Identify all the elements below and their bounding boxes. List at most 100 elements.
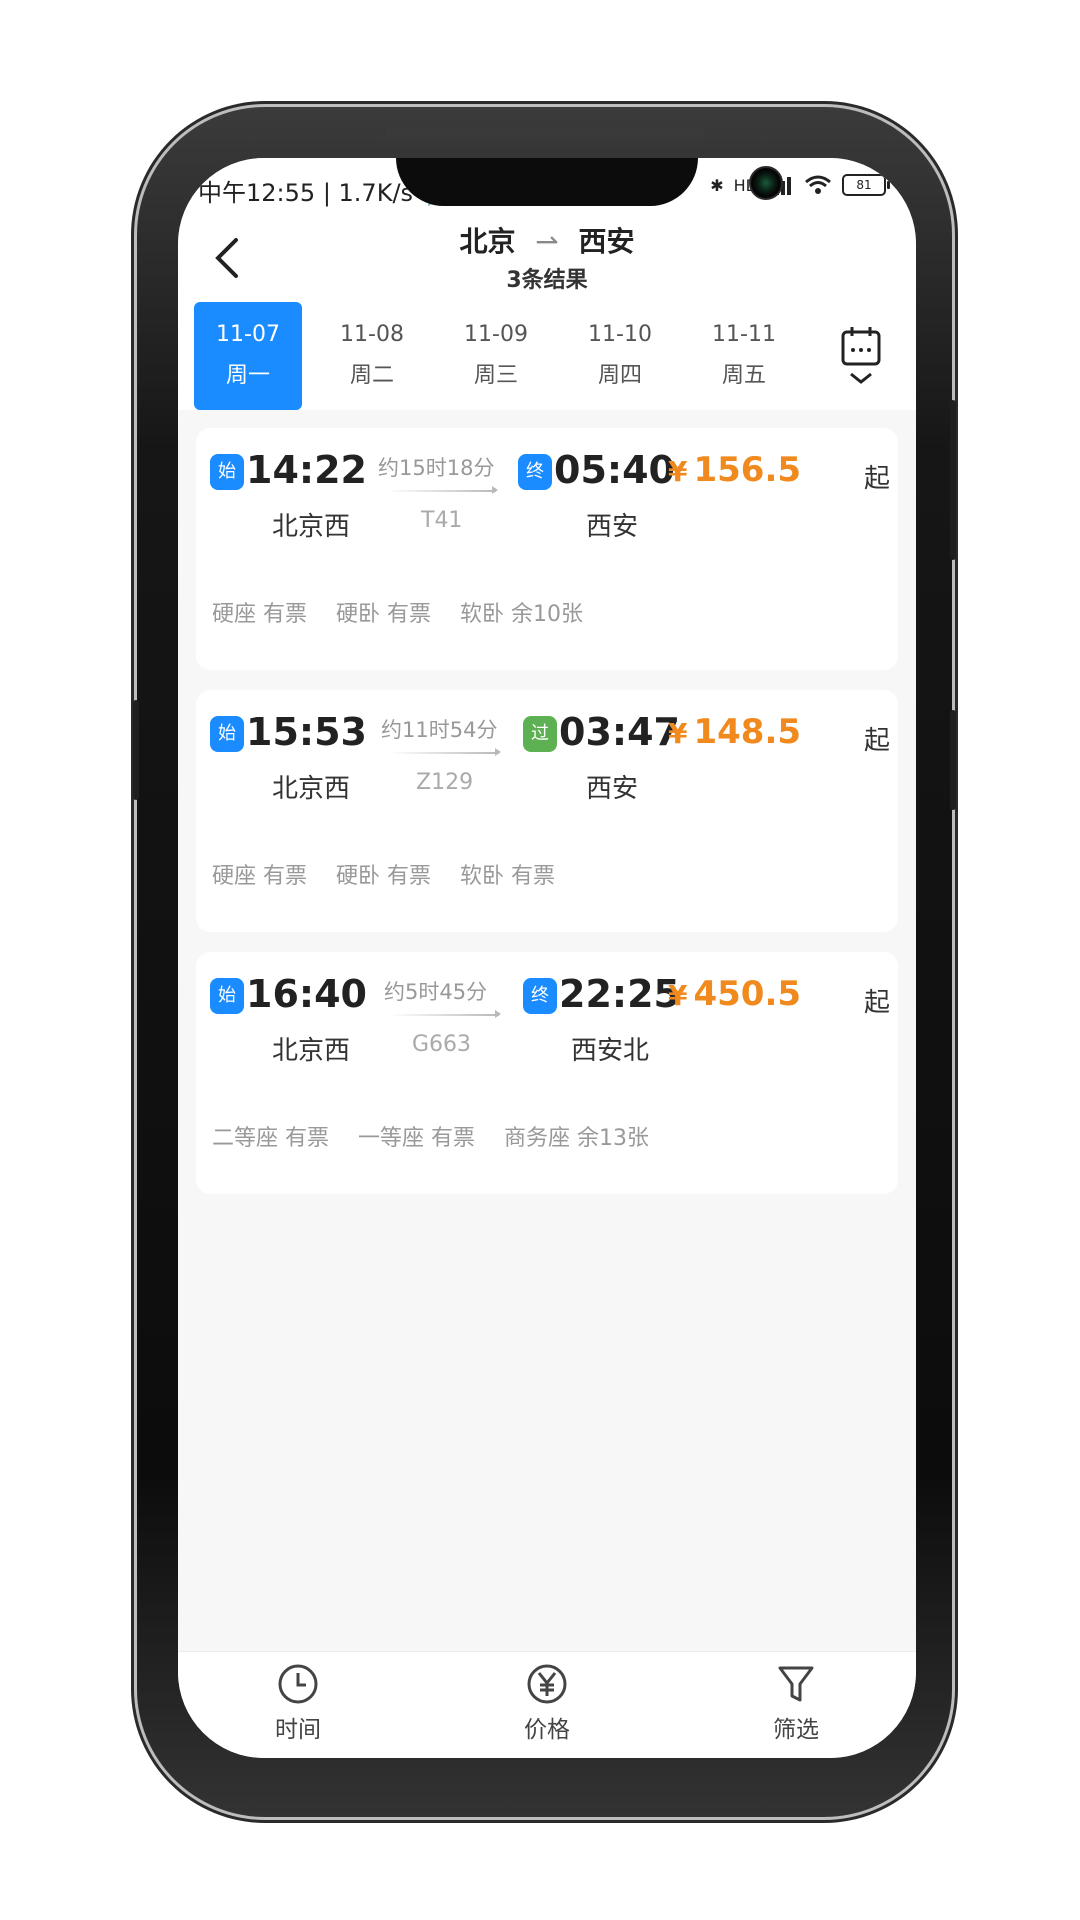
seat-availability: 二等座 有票 一等座 有票 商务座 余13张 <box>212 1120 671 1152</box>
from-station: 北京西 <box>272 774 351 804</box>
seat-info: 硬座 有票 <box>212 864 307 889</box>
battery-level: 81 <box>856 178 872 192</box>
train-card[interactable]: 始 16:40 约5时45分 G663 终 22:25 ¥450.5 起 北京西… <box>196 952 898 1194</box>
to-station: 西安北 <box>571 1036 650 1066</box>
date-tab[interactable]: 11-11 周五 <box>690 302 798 410</box>
price-value: 156.5 <box>693 450 802 490</box>
weekday-value: 周一 <box>225 363 270 388</box>
arrive-time: 05:40 <box>554 448 675 492</box>
duration: 约5时45分 <box>384 980 488 1004</box>
tab-time[interactable]: 时间 <box>238 1662 358 1744</box>
seat-availability: 硬座 有票 硬卧 有票 软卧 有票 <box>212 858 577 890</box>
clock-icon <box>278 1664 318 1704</box>
price: ¥450.5 <box>668 974 801 1014</box>
route-line <box>386 486 498 494</box>
arrive-time: 22:25 <box>559 972 680 1016</box>
duration: 约15时18分 <box>378 456 495 480</box>
price-value: 148.5 <box>693 712 802 752</box>
front-camera <box>749 166 783 200</box>
battery-icon: 81 <box>842 174 890 196</box>
route-title: 北京 ⇀ 西安 <box>178 220 916 260</box>
seat-info: 硬卧 有票 <box>336 864 431 889</box>
date-value: 11-11 <box>712 322 776 347</box>
status-speed: 1.7K/s <box>338 179 414 207</box>
yen-symbol: ¥ <box>668 979 688 1012</box>
tab-label: 筛选 <box>773 1717 819 1743</box>
date-value: 11-08 <box>340 322 404 347</box>
route-line <box>389 1010 501 1018</box>
weekday-value: 周二 <box>349 363 394 388</box>
end-badge: 终 <box>518 454 552 490</box>
train-number: T41 <box>421 508 463 533</box>
depart-time: 15:53 <box>246 710 367 754</box>
from-station: 北京西 <box>272 512 351 542</box>
bottom-tab-bar: 时间 价格 筛选 <box>178 1651 916 1758</box>
calendar-dropdown-icon[interactable] <box>840 324 882 388</box>
seat-availability: 硬座 有票 硬卧 有票 软卧 余10张 <box>212 596 605 628</box>
weekday-value: 周五 <box>721 363 766 388</box>
status-right: ✱ HD 81 <box>710 174 890 196</box>
price-suffix: 起 <box>864 726 891 756</box>
end-badge: 终 <box>523 978 557 1014</box>
date-tab[interactable]: 11-08 周二 <box>318 302 426 410</box>
volume-button <box>133 700 139 800</box>
date-value: 11-07 <box>216 322 280 347</box>
date-tab[interactable]: 11-09 周三 <box>442 302 550 410</box>
seat-info: 商务座 余13张 <box>504 1126 649 1151</box>
price-suffix: 起 <box>864 988 891 1018</box>
seat-info: 软卧 有票 <box>460 864 555 889</box>
date-value: 11-10 <box>588 322 652 347</box>
tab-filter[interactable]: 筛选 <box>736 1662 856 1744</box>
seat-info: 硬座 有票 <box>212 602 307 627</box>
header: 北京 ⇀ 西安 3条结果 <box>178 216 916 302</box>
train-card[interactable]: 始 15:53 约11时54分 Z129 过 03:47 ¥148.5 起 北京… <box>196 690 898 932</box>
seat-info: 一等座 有票 <box>358 1126 475 1151</box>
date-selector: 11-07 周一 11-08 周二 11-09 周三 11-10 周四 11-1… <box>178 302 916 410</box>
bluetooth-icon: ✱ <box>710 175 724 195</box>
yen-symbol: ¥ <box>668 455 688 488</box>
status-divider: | <box>322 179 339 207</box>
from-station: 北京西 <box>272 1036 351 1066</box>
status-time: 中午12:55 <box>198 179 316 207</box>
depart-time: 14:22 <box>246 448 367 492</box>
camera-notch <box>396 158 783 206</box>
pass-badge: 过 <box>523 716 557 752</box>
date-tab[interactable]: 11-10 周四 <box>566 302 674 410</box>
to-city: 西安 <box>578 225 635 258</box>
app-screen: 中午12:55 | 1.7K/s ⏰ ✱ HD 81 <box>178 158 916 1758</box>
to-station: 西安 <box>586 774 639 804</box>
weekday-value: 周四 <box>597 363 642 388</box>
from-city: 北京 <box>459 225 516 258</box>
train-number: G663 <box>412 1032 472 1057</box>
power-button <box>950 710 956 810</box>
start-badge: 始 <box>210 978 244 1014</box>
depart-time: 16:40 <box>246 972 367 1016</box>
side-button <box>950 400 956 560</box>
train-card[interactable]: 始 14:22 约15时18分 T41 终 05:40 ¥156.5 起 北京西… <box>196 428 898 670</box>
arrive-time: 03:47 <box>559 710 680 754</box>
tab-label: 时间 <box>275 1717 321 1743</box>
tab-label: 价格 <box>524 1717 570 1743</box>
route-arrow-icon: ⇀ <box>535 225 559 258</box>
weekday-value: 周三 <box>473 363 518 388</box>
results-count: 3条结果 <box>506 268 588 293</box>
wifi-icon <box>805 175 831 194</box>
price-value: 450.5 <box>693 974 802 1014</box>
yen-icon <box>527 1664 567 1704</box>
price-suffix: 起 <box>864 464 891 494</box>
to-station: 西安 <box>586 512 639 542</box>
seat-info: 软卧 余10张 <box>460 602 583 627</box>
yen-symbol: ¥ <box>668 717 688 750</box>
price: ¥148.5 <box>668 712 801 752</box>
start-badge: 始 <box>210 454 244 490</box>
seat-info: 硬卧 有票 <box>336 602 431 627</box>
tab-price[interactable]: 价格 <box>487 1662 607 1744</box>
start-badge: 始 <box>210 716 244 752</box>
date-value: 11-09 <box>464 322 528 347</box>
date-tab-active[interactable]: 11-07 周一 <box>194 302 302 410</box>
route-line <box>389 748 501 756</box>
price: ¥156.5 <box>668 450 801 490</box>
filter-icon <box>778 1666 814 1702</box>
duration: 约11时54分 <box>381 718 498 742</box>
seat-info: 二等座 有票 <box>212 1126 329 1151</box>
